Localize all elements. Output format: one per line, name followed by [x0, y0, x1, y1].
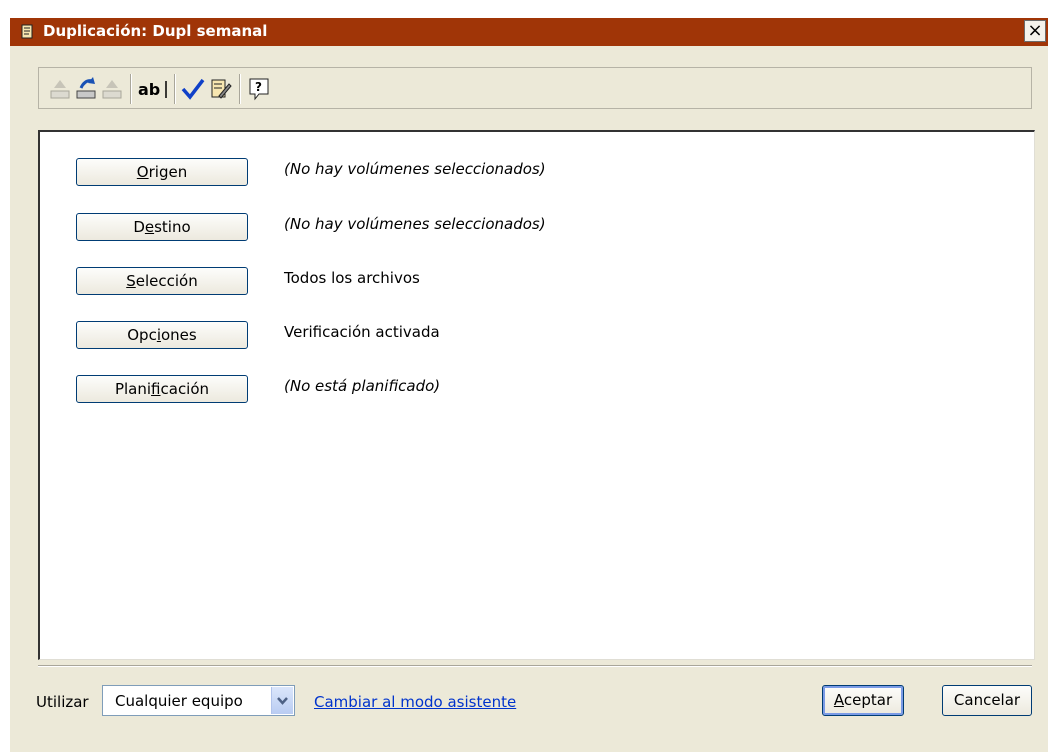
settings-panel: Origen (No hay volúmenes seleccionados) …: [38, 130, 1035, 660]
chevron-down-icon[interactable]: [271, 687, 293, 714]
checkmark-icon[interactable]: [180, 76, 206, 102]
eject-disabled-icon: [47, 76, 73, 102]
svg-text:ab: ab: [138, 80, 160, 99]
help-icon[interactable]: ?: [246, 76, 272, 102]
accept-button[interactable]: Aceptar: [822, 685, 904, 716]
dialog-window: Duplicación: Dupl semanal × ab ? Origen …: [10, 18, 1048, 752]
close-button[interactable]: ×: [1024, 20, 1046, 42]
toolbar-separator: [174, 74, 176, 104]
eject-icon[interactable]: [73, 76, 99, 102]
footer-divider: [38, 665, 1032, 667]
destination-value: (No hay volúmenes seleccionados): [284, 215, 546, 233]
edit-notes-icon[interactable]: [207, 76, 233, 102]
toolbar-separator: [239, 74, 241, 104]
close-icon: ×: [1027, 20, 1043, 41]
origin-value: (No hay volúmenes seleccionados): [284, 160, 546, 178]
eject-alt-disabled-icon: [99, 76, 125, 102]
schedule-button[interactable]: Planificación: [76, 375, 248, 403]
schedule-value: (No está planificado): [284, 377, 441, 395]
selection-value: Todos los archivos: [284, 269, 420, 287]
device-select[interactable]: Cualquier equipo: [102, 685, 295, 716]
wizard-mode-link[interactable]: Cambiar al modo asistente: [314, 693, 516, 711]
destination-button[interactable]: Destino: [76, 213, 248, 241]
document-icon: [18, 23, 36, 41]
use-label: Utilizar: [36, 693, 89, 711]
window-title: Duplicación: Dupl semanal: [43, 22, 268, 40]
toolbar-separator: [130, 74, 132, 104]
cancel-button[interactable]: Cancelar: [942, 685, 1032, 716]
rename-icon[interactable]: ab: [137, 76, 171, 102]
origin-button[interactable]: Origen: [76, 158, 248, 186]
options-button[interactable]: Opciones: [76, 321, 248, 349]
toolbar: ab ?: [38, 67, 1032, 109]
title-bar: Duplicación: Dupl semanal ×: [10, 18, 1048, 46]
options-value: Verificación activada: [284, 323, 440, 341]
selection-button[interactable]: Selección: [76, 267, 248, 295]
svg-text:?: ?: [255, 80, 262, 94]
device-select-value: Cualquier equipo: [115, 692, 243, 710]
